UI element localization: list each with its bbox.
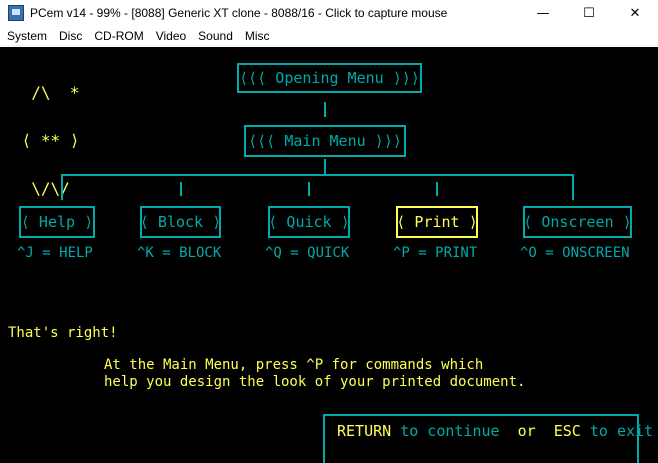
onscreen-menu-box: ⟨ Onscreen ⟩ (523, 206, 632, 238)
connector-line (324, 102, 326, 117)
menu-disc[interactable]: Disc (52, 29, 87, 43)
print-menu-box: ⟨ Print ⟩ (396, 206, 478, 238)
menu-cd-rom[interactable]: CD-ROM (87, 29, 148, 43)
exit-text: to exit (589, 422, 654, 440)
window-title: PCem v14 - 99% - [8088] Generic XT clone… (30, 6, 448, 20)
menu-sound[interactable]: Sound (191, 29, 238, 43)
print-shortcut: ^P = PRINT (393, 245, 478, 261)
quick-shortcut: ^Q = QUICK (265, 245, 350, 261)
menu-system[interactable]: System (0, 29, 52, 43)
logo-line: \/\/ (12, 179, 70, 198)
return-key[interactable]: RETURN (337, 422, 391, 440)
maximize-button[interactable]: ☐ (566, 0, 612, 26)
onscreen-shortcut: ^O = ONSCREEN (520, 245, 630, 261)
tree-line (61, 174, 574, 176)
connector-line (572, 174, 574, 200)
connector-line (180, 182, 182, 196)
main-menu-box: ⟨⟨⟨ Main Menu ⟩⟩⟩ (244, 125, 406, 157)
wordstar-logo: /\ * ⟨ ** ⟩ \/\/ (12, 53, 89, 229)
help-menu-box: ⟨ Help ⟩ (19, 206, 95, 238)
emulator-screen[interactable]: /\ * ⟨ ** ⟩ \/\/ ⟨⟨⟨ Opening Menu ⟩⟩⟩ ⟨⟨… (0, 47, 658, 463)
logo-line: ⟨ ** ⟩ (12, 131, 90, 150)
continue-text: to continue (400, 422, 500, 440)
quick-menu-label: ⟨ Quick ⟩ (268, 213, 350, 231)
title-bar: PCem v14 - 99% - [8088] Generic XT clone… (0, 0, 658, 26)
connector-line (436, 182, 438, 196)
quick-menu-box: ⟨ Quick ⟩ (268, 206, 350, 238)
pcem-app-icon[interactable] (8, 5, 24, 21)
logo-line: /\ * (12, 83, 80, 102)
esc-key[interactable]: ESC (554, 422, 581, 440)
feedback-text: That's right! (8, 325, 118, 341)
connector-line (61, 174, 63, 200)
connector-line (324, 159, 326, 175)
block-menu-box: ⟨ Block ⟩ (140, 206, 221, 238)
footer-prompt: RETURN to continue or ESC to exit (337, 422, 653, 440)
menu-bar: System Disc CD-ROM Video Sound Misc (0, 26, 658, 46)
footer-prompt-box: RETURN to continue or ESC to exit (323, 414, 653, 463)
close-button[interactable]: ✕ (612, 0, 658, 26)
instruction-line-1: At the Main Menu, press ^P for commands … (104, 357, 484, 373)
or-text: or (517, 422, 536, 440)
help-shortcut: ^J = HELP (17, 245, 93, 261)
opening-menu-box: ⟨⟨⟨ Opening Menu ⟩⟩⟩ (237, 63, 422, 93)
menu-misc[interactable]: Misc (238, 29, 275, 43)
block-shortcut: ^K = BLOCK (137, 245, 222, 261)
opening-menu-label: ⟨⟨⟨ Opening Menu ⟩⟩⟩ (239, 69, 420, 87)
instruction-line-2: help you design the look of your printed… (104, 374, 526, 390)
block-menu-label: ⟨ Block ⟩ (139, 213, 222, 231)
print-menu-label: ⟨ Print ⟩ (396, 213, 478, 231)
menu-video[interactable]: Video (149, 29, 191, 43)
minimize-button[interactable]: — (520, 0, 566, 26)
main-menu-label: ⟨⟨⟨ Main Menu ⟩⟩⟩ (248, 132, 402, 150)
onscreen-menu-label: ⟨ Onscreen ⟩ (523, 213, 632, 231)
connector-line (308, 182, 310, 196)
help-menu-label: ⟨ Help ⟩ (20, 213, 94, 231)
